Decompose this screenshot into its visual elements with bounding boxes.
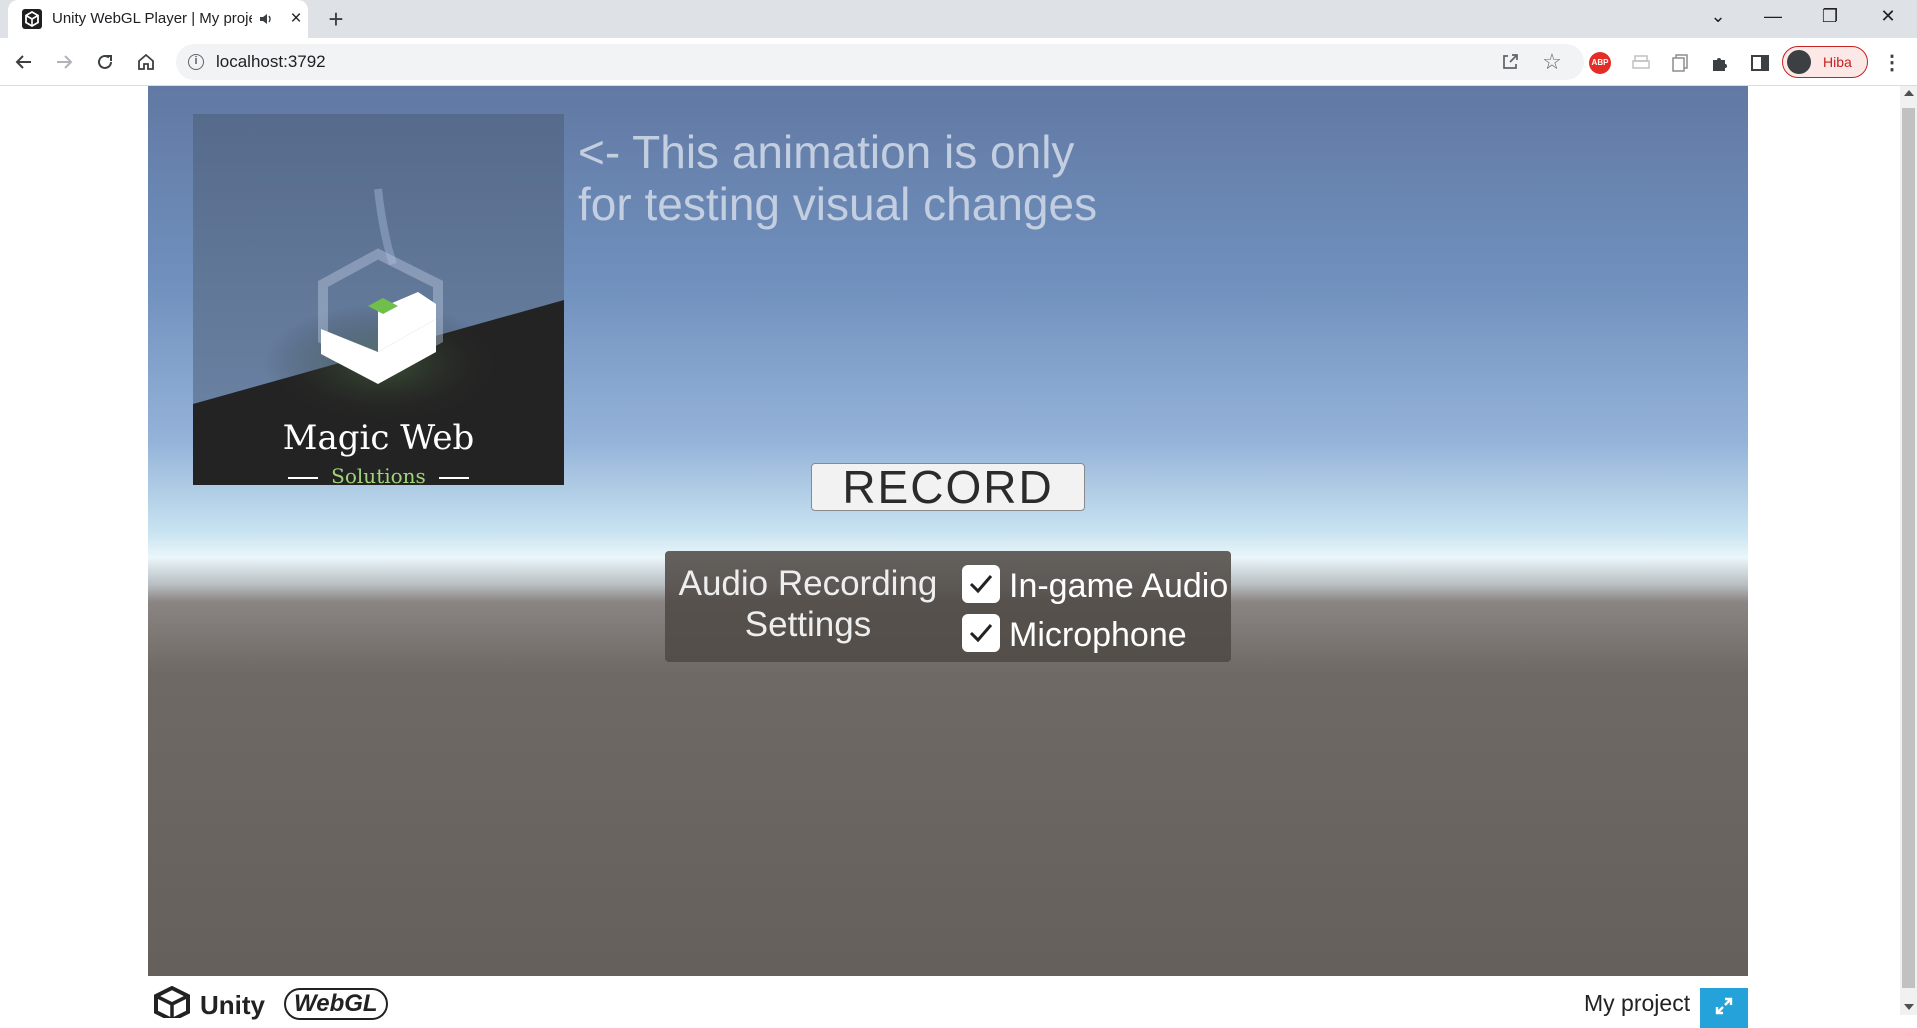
back-icon[interactable]	[8, 46, 40, 78]
logo-subline: Solutions	[331, 464, 426, 485]
avatar	[1787, 50, 1811, 74]
profile-button[interactable]: Hiba	[1782, 46, 1868, 78]
scroll-up-icon[interactable]	[1904, 90, 1914, 96]
new-tab-icon[interactable]: +	[322, 5, 350, 33]
home-icon[interactable]	[130, 46, 162, 78]
browser-tab[interactable]: Unity WebGL Player | My project ×	[8, 0, 308, 38]
checkmark-icon	[969, 575, 993, 594]
unity-favicon-icon	[22, 9, 42, 29]
fullscreen-button[interactable]	[1700, 988, 1748, 1028]
audio-settings-title: Audio Recording Settings	[678, 564, 938, 644]
adblock-plus-icon[interactable]: ABP	[1589, 52, 1611, 74]
share-icon[interactable]	[1500, 52, 1520, 72]
extensions-puzzle-icon[interactable]	[1709, 52, 1731, 74]
profile-name: Hiba	[1823, 54, 1852, 70]
animation-note: <- This animation is only for testing vi…	[578, 126, 1098, 230]
close-tab-icon[interactable]: ×	[286, 9, 306, 29]
unity-logo-icon	[152, 985, 192, 1023]
forward-icon[interactable]	[48, 46, 80, 78]
in-game-audio-checkbox[interactable]	[962, 565, 1000, 603]
unity-brand-text: Unity	[200, 990, 265, 1020]
magic-web-logo: Magic Web Solutions	[193, 114, 564, 485]
extension-copy-icon[interactable]	[1669, 52, 1691, 74]
microphone-label[interactable]: Microphone	[1009, 616, 1187, 655]
address-bar[interactable]: i localhost:3792 ☆	[176, 44, 1584, 80]
record-button[interactable]: RECORD	[811, 463, 1085, 511]
bookmark-star-icon[interactable]: ☆	[1540, 50, 1564, 74]
tab-strip: Unity WebGL Player | My project × + ⌄ — …	[0, 0, 1917, 38]
speaker-icon[interactable]	[258, 11, 274, 27]
page-scrollbar[interactable]	[1900, 86, 1917, 1015]
fullscreen-icon	[1715, 997, 1733, 1015]
microphone-checkbox[interactable]	[962, 614, 1000, 652]
checkmark-icon	[969, 624, 993, 643]
page-area: Magic Web Solutions <- This animation is…	[0, 86, 1900, 1028]
reload-icon[interactable]	[89, 46, 121, 78]
tab-title: Unity WebGL Player | My project	[52, 10, 252, 27]
minimize-icon[interactable]: —	[1745, 0, 1801, 32]
site-info-icon[interactable]: i	[188, 54, 204, 70]
logo-headline: Magic Web	[282, 418, 475, 458]
webgl-brand-text: WebGL	[284, 988, 388, 1020]
browser-toolbar: i localhost:3792 ☆ ABP Hiba ⋮	[0, 38, 1917, 86]
tab-search-icon[interactable]: ⌄	[1690, 0, 1746, 32]
side-panel-icon[interactable]	[1749, 52, 1771, 74]
close-window-icon[interactable]: ✕	[1860, 0, 1916, 32]
url-text[interactable]: localhost:3792	[216, 52, 326, 72]
restore-icon[interactable]: ❐	[1802, 0, 1858, 32]
scroll-down-icon[interactable]	[1904, 1004, 1914, 1010]
unity-canvas[interactable]: Magic Web Solutions <- This animation is…	[148, 86, 1748, 976]
scrollbar-thumb[interactable]	[1902, 108, 1915, 988]
project-name: My project	[1584, 990, 1691, 1016]
extension-printer-icon[interactable]	[1630, 52, 1652, 74]
unity-footer: Unity WebGL My project	[148, 976, 1748, 1028]
audio-settings-panel: Audio Recording Settings In-game Audio M…	[665, 551, 1231, 662]
in-game-audio-label[interactable]: In-game Audio	[1009, 567, 1228, 606]
kebab-menu-icon[interactable]: ⋮	[1882, 52, 1902, 74]
